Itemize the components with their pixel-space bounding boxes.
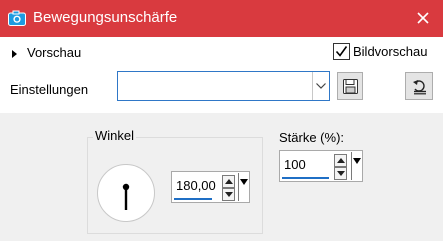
save-icon xyxy=(343,79,358,94)
angle-group-label: Winkel xyxy=(93,128,137,143)
angle-dropdown-button[interactable] xyxy=(238,173,248,201)
settings-dropdown[interactable] xyxy=(117,71,330,101)
title-bar: Bewegungsunschärfe xyxy=(0,0,443,37)
settings-label: Einstellungen xyxy=(10,82,89,97)
strength-dropdown-button[interactable] xyxy=(351,152,361,180)
image-preview-label: Bildvorschau xyxy=(353,44,428,59)
close-icon xyxy=(417,12,429,24)
angle-spinbox[interactable]: 180,00 xyxy=(171,171,250,203)
arrow-up-icon xyxy=(337,158,345,163)
reset-icon xyxy=(413,80,426,95)
triangle-down-icon xyxy=(240,179,248,185)
image-preview-checkbox[interactable] xyxy=(333,43,350,60)
close-button[interactable] xyxy=(403,0,443,37)
strength-spinbox[interactable]: 100 xyxy=(279,150,363,182)
arrow-down-icon xyxy=(337,171,345,176)
angle-dial[interactable] xyxy=(97,164,155,222)
dropdown-toggle[interactable] xyxy=(312,72,329,100)
angle-decrement-button[interactable] xyxy=(222,188,235,201)
checkmark-icon xyxy=(335,46,348,57)
triangle-down-icon xyxy=(353,158,361,164)
dial-needle-icon xyxy=(122,183,130,210)
reset-button[interactable] xyxy=(405,72,433,100)
window-title: Bewegungsunschärfe xyxy=(33,9,178,26)
strength-decrement-button[interactable] xyxy=(334,167,347,180)
strength-increment-button[interactable] xyxy=(334,154,347,167)
save-button[interactable] xyxy=(337,72,363,100)
arrow-down-icon xyxy=(225,192,233,197)
angle-value-underline xyxy=(174,198,212,200)
triangle-right-icon xyxy=(12,50,17,58)
top-panel: Vorschau Bildvorschau Einstellungen xyxy=(0,37,443,113)
chevron-down-icon xyxy=(316,83,326,89)
strength-value[interactable]: 100 xyxy=(284,157,306,172)
angle-value[interactable]: 180,00 xyxy=(176,178,216,193)
strength-value-underline xyxy=(282,177,329,179)
camera-icon xyxy=(8,10,26,26)
angle-increment-button[interactable] xyxy=(222,175,235,188)
arrow-up-icon xyxy=(225,179,233,184)
strength-label: Stärke (%): xyxy=(279,130,345,145)
preview-label: Vorschau xyxy=(27,45,82,60)
